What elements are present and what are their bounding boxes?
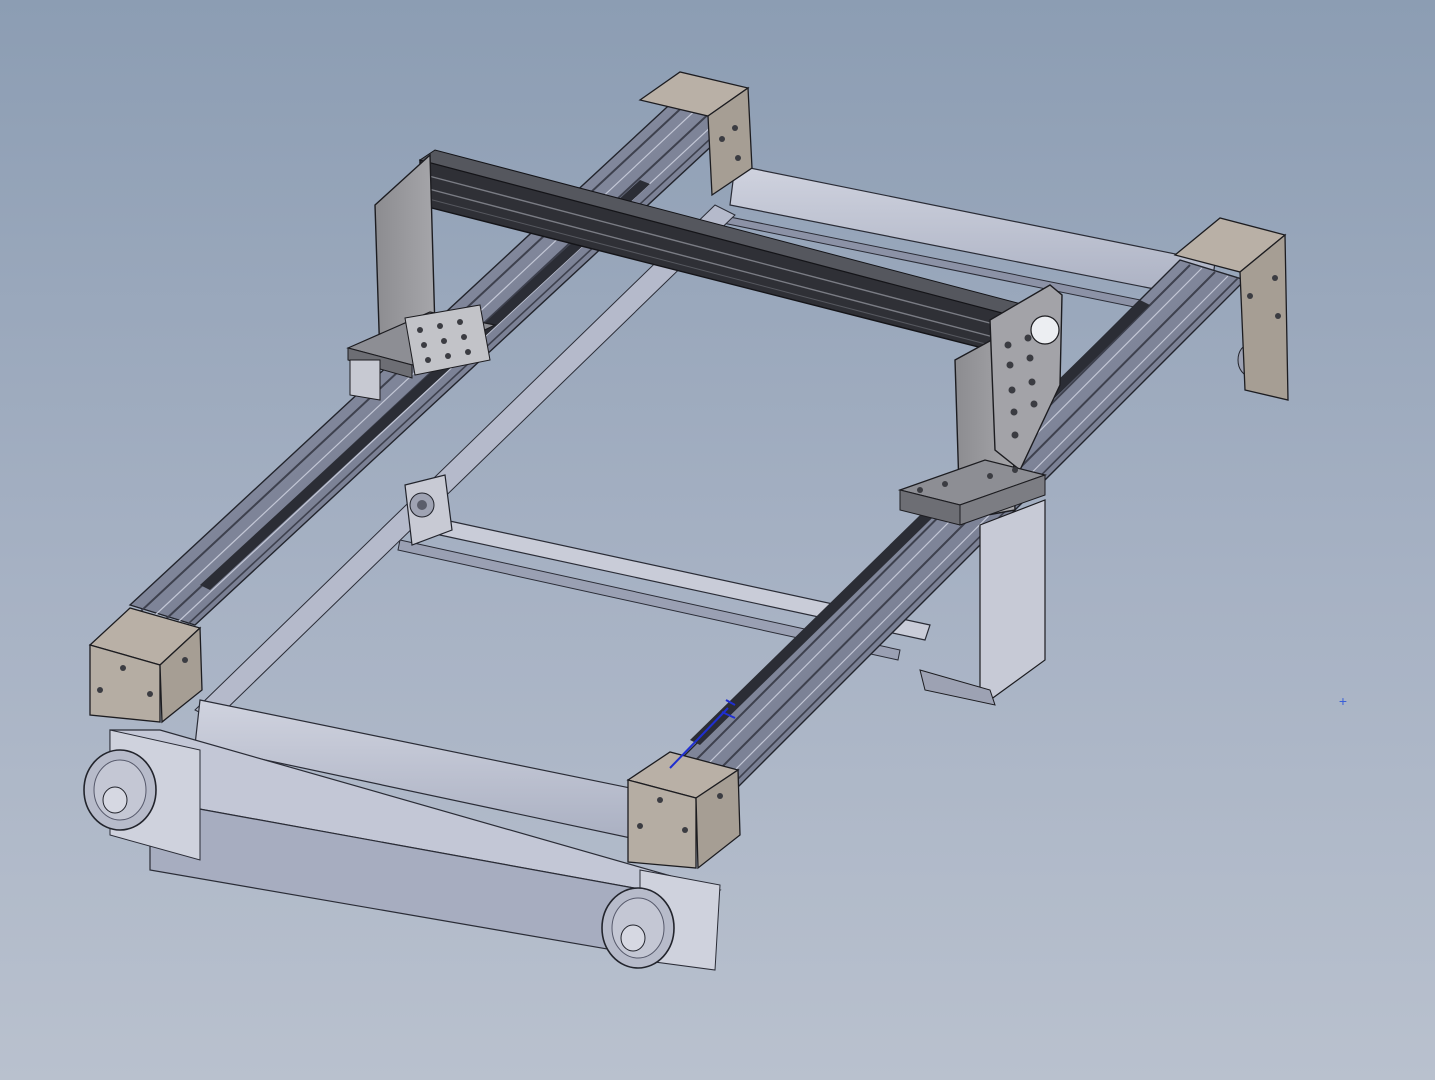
front-right-corner-bracket[interactable] <box>626 751 741 870</box>
front-left-pulley[interactable] <box>83 749 157 831</box>
right-gantry-side-plate[interactable] <box>897 284 1063 706</box>
cnc-gantry-assembly-model[interactable] <box>0 0 1435 1080</box>
front-right-pulley[interactable] <box>601 887 675 969</box>
graphics-viewport[interactable]: + <box>0 0 1435 1080</box>
front-left-corner-bracket[interactable] <box>88 607 203 724</box>
origin-crosshair-icon: + <box>1338 693 1348 709</box>
